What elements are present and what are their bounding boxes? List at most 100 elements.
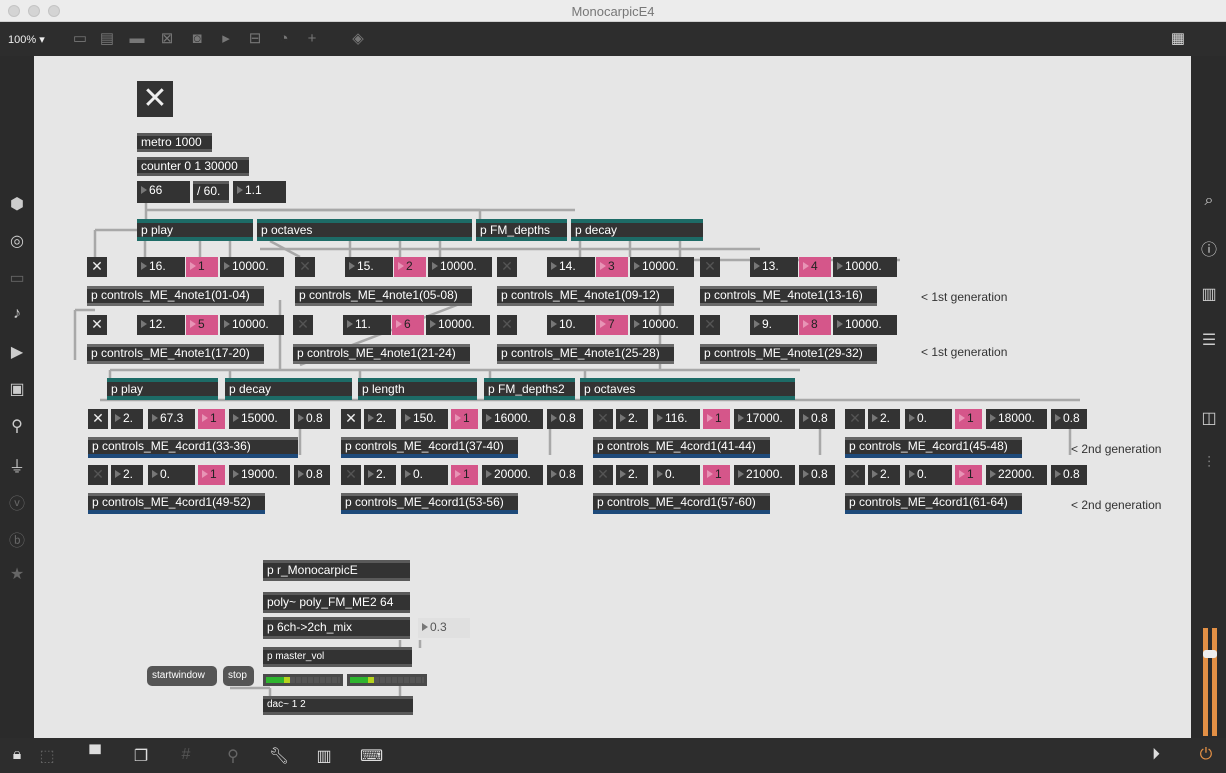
add-object-icon[interactable]: + <box>302 30 322 48</box>
controller-subpatch[interactable]: p controls_ME_4note1(21-24) <box>293 344 470 364</box>
comment-icon[interactable]: ▬ <box>127 30 147 48</box>
controller-subpatch[interactable]: p controls_ME_4cord1(41-44) <box>593 437 770 458</box>
snapshot-icon[interactable]: ◫ <box>1192 408 1226 428</box>
metro-object[interactable]: metro 1000 <box>137 133 212 152</box>
subpatch-1[interactable]: p octaves <box>257 219 472 241</box>
gen1-toggle[interactable]: ✕ <box>700 257 720 277</box>
gen2-toggle[interactable]: ✕ <box>845 409 865 429</box>
master-vol-subpatch[interactable]: p master_vol <box>263 647 412 667</box>
index-number-box[interactable]: 7 <box>596 315 628 335</box>
index-number-box[interactable]: 6 <box>392 315 424 335</box>
pitch-number-box[interactable]: 10. <box>547 315 595 335</box>
startwindow-message[interactable]: startwindow <box>147 666 217 686</box>
param-b-number-box[interactable]: 0. <box>905 465 952 485</box>
controller-subpatch[interactable]: p controls_ME_4cord1(37-40) <box>341 437 518 458</box>
index-number-box[interactable]: 1 <box>703 465 730 485</box>
plug-icon[interactable]: ⏚ <box>0 453 34 477</box>
amp-number-box[interactable]: 0.8 <box>1051 409 1087 429</box>
zoom-menu[interactable]: 100% ▾ <box>8 33 45 46</box>
gen2-toggle[interactable]: ✕ <box>593 409 613 429</box>
param-b-number-box[interactable]: 0. <box>401 465 448 485</box>
param-b-number-box[interactable]: 116. <box>653 409 700 429</box>
gen2-toggle[interactable]: ✕ <box>593 465 613 485</box>
index-number-box[interactable]: 3 <box>596 257 628 277</box>
duration-number-box[interactable]: 18000. <box>986 409 1047 429</box>
gen1-toggle[interactable]: ✕ <box>497 257 517 277</box>
amp-number-box[interactable]: 0.8 <box>547 409 583 429</box>
new-object-icon[interactable]: ▭ <box>70 30 90 48</box>
gen2-toggle[interactable]: ✕ <box>341 409 361 429</box>
search-icon[interactable]: ⌕ <box>1192 192 1226 210</box>
lock-icon[interactable]: 🔒︎ <box>6 746 28 764</box>
main-toggle[interactable]: ✕ <box>137 81 173 117</box>
amp-number-box[interactable]: 0.8 <box>1051 465 1087 485</box>
amp-number-box[interactable]: 0.8 <box>799 409 835 429</box>
param-a-number-box[interactable]: 2. <box>111 465 143 485</box>
gen1-toggle[interactable]: ✕ <box>497 315 517 335</box>
star-icon[interactable]: ★ <box>0 564 34 584</box>
audio-play-icon[interactable]: ⏵ <box>1145 746 1167 764</box>
controller-subpatch[interactable]: p controls_ME_4cord1(57-60) <box>593 493 770 514</box>
subpatch2-1[interactable]: p decay <box>225 378 352 400</box>
gen2-toggle[interactable]: ✕ <box>341 465 361 485</box>
index-number-box[interactable]: 1 <box>451 409 478 429</box>
amp-number-box[interactable]: 0.8 <box>547 465 583 485</box>
index-number-box[interactable]: 1 <box>198 409 225 429</box>
duration-number-box[interactable]: 10000. <box>426 315 490 335</box>
controller-subpatch[interactable]: p controls_ME_4cord1(49-52) <box>88 493 265 514</box>
subpatch-0[interactable]: p play <box>137 219 253 241</box>
amp-number-box[interactable]: 0.8 <box>294 465 330 485</box>
object-box-icon[interactable]: ▭ <box>0 268 34 288</box>
master-gain-slider[interactable] <box>1203 650 1217 658</box>
subpatch-2[interactable]: p FM_depths <box>476 219 567 241</box>
duration-number-box[interactable]: 10000. <box>833 257 897 277</box>
attach-icon[interactable]: ⚲ <box>222 746 244 766</box>
gen1-toggle[interactable]: ✕ <box>87 257 107 277</box>
duration-number-box[interactable]: 22000. <box>986 465 1047 485</box>
gen1-toggle[interactable]: ✕ <box>700 315 720 335</box>
index-number-box[interactable]: 4 <box>799 257 831 277</box>
param-a-number-box[interactable]: 2. <box>868 465 900 485</box>
slider-object-icon[interactable]: ⊟ <box>245 30 265 48</box>
controller-subpatch[interactable]: p controls_ME_4note1(17-20) <box>87 344 264 364</box>
controller-subpatch[interactable]: p controls_ME_4note1(29-32) <box>700 344 877 364</box>
gen1-toggle[interactable]: ✕ <box>295 257 315 277</box>
info-icon[interactable]: ⓘ <box>1192 236 1226 260</box>
gen1-toggle[interactable]: ✕ <box>87 315 107 335</box>
toggle-object-icon[interactable]: ⊠ <box>157 30 177 48</box>
pitch-number-box[interactable]: 15. <box>345 257 393 277</box>
duration-number-box[interactable]: 10000. <box>220 315 284 335</box>
index-number-box[interactable]: 1 <box>186 257 218 277</box>
index-number-box[interactable]: 1 <box>198 465 225 485</box>
select-icon[interactable]: ⬚ <box>36 746 58 766</box>
subpatch2-4[interactable]: p octaves <box>580 378 795 400</box>
keyboard-icon[interactable]: ⌨ <box>360 746 383 766</box>
mix-subpatch[interactable]: p 6ch->2ch_mix <box>263 617 410 639</box>
controller-subpatch[interactable]: p controls_ME_4note1(09-12) <box>497 286 674 306</box>
mixer-icon[interactable]: ⫶ <box>1192 455 1226 473</box>
param-b-number-box[interactable]: 0. <box>653 465 700 485</box>
grid-icon[interactable]: # <box>175 746 197 764</box>
param-a-number-box[interactable]: 2. <box>616 465 648 485</box>
paint-bucket-icon[interactable]: ◈ <box>348 30 368 48</box>
controller-subpatch[interactable]: p controls_ME_4note1(25-28) <box>497 344 674 364</box>
controller-subpatch[interactable]: p controls_ME_4cord1(61-64) <box>845 493 1022 514</box>
music-note-icon[interactable]: ♪ <box>0 305 34 323</box>
image-icon[interactable]: ▣ <box>0 379 34 399</box>
index-number-box[interactable]: 1 <box>451 465 478 485</box>
index-number-box[interactable]: 8 <box>799 315 831 335</box>
param-a-number-box[interactable]: 2. <box>868 409 900 429</box>
controller-subpatch[interactable]: p controls_ME_4note1(05-08) <box>295 286 472 306</box>
list-icon[interactable]: ☰ <box>1192 330 1226 350</box>
pitch-number-box[interactable]: 13. <box>750 257 798 277</box>
param-b-number-box[interactable]: 67.3 <box>148 409 195 429</box>
cube-icon[interactable]: ⬢ <box>0 194 34 214</box>
counter-object[interactable]: counter 0 1 30000 <box>137 157 249 176</box>
index-number-box[interactable]: 1 <box>955 409 982 429</box>
subpatch2-2[interactable]: p length <box>358 378 477 400</box>
param-b-number-box[interactable]: 0. <box>148 465 195 485</box>
controller-subpatch[interactable]: p controls_ME_4note1(13-16) <box>700 286 877 306</box>
duration-number-box[interactable]: 19000. <box>229 465 290 485</box>
duration-number-box[interactable]: 21000. <box>734 465 795 485</box>
duration-number-box[interactable]: 10000. <box>220 257 284 277</box>
